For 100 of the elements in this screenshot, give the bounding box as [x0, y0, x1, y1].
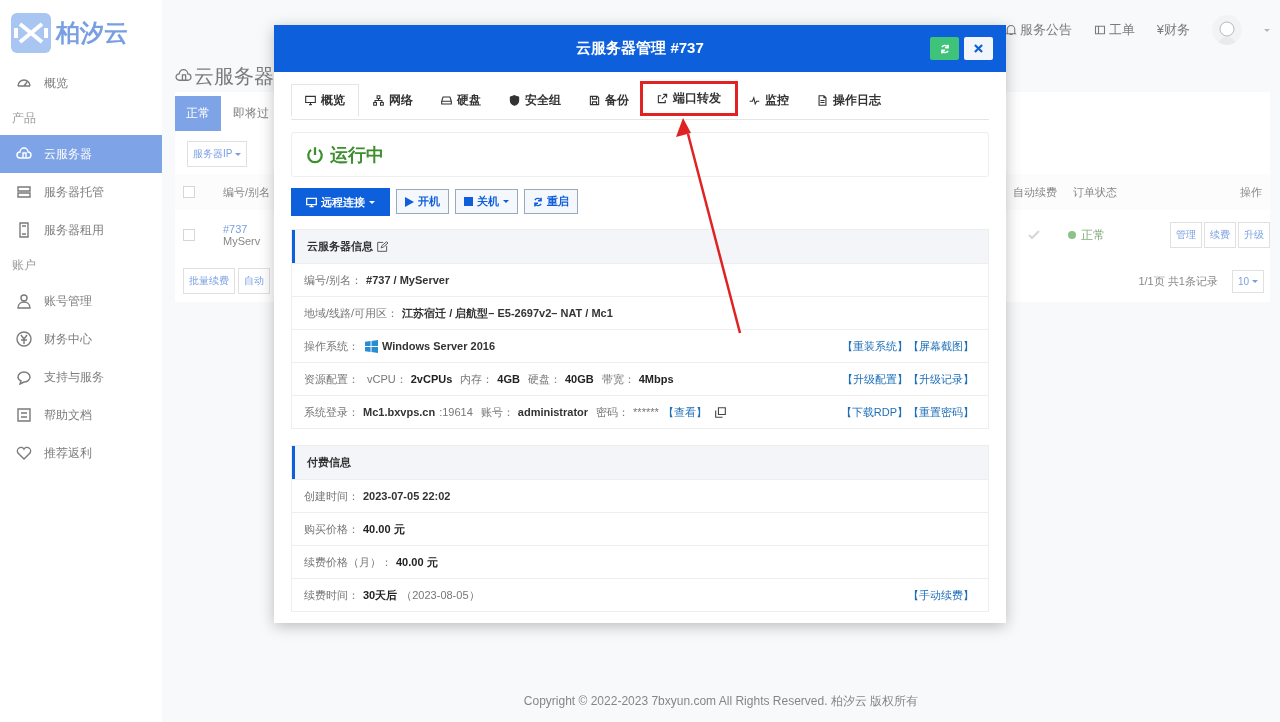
bulk-action-button[interactable]: 批量续费 [183, 268, 235, 294]
tab[interactable]: 硬盘 [427, 84, 495, 117]
action-link[interactable]: 【下载RDP】 [840, 404, 908, 420]
play-icon [405, 196, 414, 207]
logo-icon [10, 12, 52, 54]
field-value: ****** [633, 406, 659, 418]
action-link[interactable]: 【手动续费】 [908, 587, 974, 603]
footer-copyright: Copyright © 2022-2023 7bxyun.com All Rights Reserved. 柏汐云 版权所有 [522, 693, 920, 710]
field-value: 4Mbps [638, 373, 674, 385]
caret-icon [503, 200, 509, 203]
server-action-button[interactable]: 开机 [396, 189, 449, 214]
tab[interactable]: 端口转发 [643, 85, 735, 112]
refresh-icon [939, 43, 950, 54]
field-label: 账号： [480, 404, 514, 420]
sidebar-item[interactable]: 推荐返利 [0, 434, 162, 472]
header-link[interactable]: 服务公告 [1004, 21, 1072, 39]
sitemap-icon [373, 95, 384, 106]
server-action-button[interactable]: 重启 [524, 189, 578, 214]
column-header: 操作 [1240, 184, 1262, 200]
field-label: 编号/别名： [304, 272, 363, 288]
field-label: 带宽： [601, 371, 635, 387]
row-action-button[interactable]: 续费 [1204, 222, 1236, 248]
field-label: 密码： [596, 404, 630, 420]
page-title: 云服务器 [175, 60, 274, 92]
monitor-icon [305, 95, 316, 106]
row-action-button[interactable]: 升级 [1238, 222, 1270, 248]
field-value: 江苏宿迁 / 启航型– E5-2697v2– NAT / Mc1 [402, 305, 613, 321]
close-button[interactable] [964, 37, 993, 60]
action-link[interactable]: 【重置密码】 [908, 404, 974, 420]
sidebar-item[interactable]: 服务器租用 [0, 211, 162, 249]
pulse-icon [749, 95, 760, 106]
action-link[interactable]: 【重装系统】 [842, 338, 908, 354]
edit-icon[interactable] [377, 241, 388, 252]
server-id-link[interactable]: #737 [223, 223, 261, 235]
sidebar-item[interactable]: 财务中心 [0, 320, 162, 358]
field-value: 30天后 [363, 587, 398, 603]
field-label: 续费时间： [304, 587, 359, 603]
refresh-icon [533, 196, 543, 207]
field-value: 40.00 元 [396, 554, 438, 570]
field-value: 40.00 元 [363, 521, 405, 537]
bulk-action-button[interactable]: 自动 [238, 268, 270, 294]
close-icon [974, 44, 983, 53]
sidebar-item[interactable]: 帮助文档 [0, 396, 162, 434]
field-value: administrator [517, 406, 589, 418]
field-label: 资源配置： [304, 371, 359, 387]
sidebar-item[interactable]: 服务器托管 [0, 173, 162, 211]
document-icon [16, 407, 32, 423]
view-link[interactable]: 【查看】 [662, 404, 707, 420]
field-value: 2023-07-05 22:02 [363, 490, 451, 502]
tab[interactable]: 概览 [291, 84, 359, 117]
action-link[interactable]: 【升级记录】 [908, 371, 974, 387]
windows-logo-icon [365, 339, 378, 353]
header-link[interactable]: 工单 [1093, 21, 1135, 39]
server-action-button[interactable]: 远程连接 [291, 188, 390, 216]
server-alias: MyServ [223, 235, 261, 247]
column-header: 自动续费 [1013, 184, 1057, 200]
order-status: 正常 [1081, 226, 1105, 244]
sidebar-item[interactable]: 概览 [0, 64, 162, 102]
field-label: 系统登录： [304, 404, 359, 420]
sidebar-item[interactable]: 账号管理 [0, 282, 162, 320]
chat-bubble-icon [16, 369, 32, 385]
copy-icon[interactable] [714, 406, 726, 418]
status-tab[interactable]: 正常 [175, 95, 221, 131]
column-header: 编号/别名 [223, 184, 271, 200]
sidebar-item[interactable]: 支持与服务 [0, 358, 162, 396]
sidebar-section-label: 账户 [11, 257, 37, 274]
avatar[interactable] [1212, 15, 1242, 45]
field-label: 创建时间： [304, 488, 359, 504]
filter-dropdown[interactable]: 服务器IP [187, 141, 248, 167]
field-value: Mc1.bxvps.cn [363, 406, 436, 418]
tab[interactable]: 安全组 [495, 84, 575, 117]
stop-icon [464, 197, 473, 206]
header-link[interactable]: ¥财务 [1156, 21, 1190, 39]
field-label: 地域/线路/可用区： [304, 305, 399, 321]
field-value: （2023-08-05） [401, 587, 480, 603]
page-size-dropdown[interactable]: 10 [1231, 269, 1264, 293]
action-link[interactable]: 【屏幕截图】 [908, 338, 974, 354]
server-action-button[interactable]: 关机 [455, 189, 518, 214]
tab[interactable]: 操作日志 [803, 84, 895, 117]
tab[interactable]: 监控 [735, 84, 803, 117]
sidebar-item[interactable]: 云服务器 [0, 135, 162, 173]
checkbox[interactable] [183, 186, 195, 198]
tab[interactable]: 备份 [575, 84, 643, 117]
refresh-button[interactable] [930, 37, 959, 60]
tab[interactable]: 网络 [359, 84, 427, 117]
status-tab[interactable]: 即将过 [233, 95, 269, 131]
status-dot-icon [1068, 231, 1076, 239]
sidebar-section-label: 产品 [11, 110, 37, 127]
field-value: 4GB [497, 373, 520, 385]
power-icon [306, 145, 324, 164]
logo-text: 柏汐云 [56, 18, 128, 48]
drive-icon [441, 95, 452, 106]
row-action-button[interactable]: 管理 [1170, 222, 1202, 248]
field-value: Windows Server 2016 [382, 340, 495, 352]
cloud-server-icon [16, 146, 32, 162]
field-label: 内存： [460, 371, 494, 387]
action-link[interactable]: 【升级配置】 [842, 371, 908, 387]
checkbox[interactable] [183, 229, 195, 241]
document-icon [817, 95, 828, 106]
caret-icon[interactable] [1264, 28, 1270, 32]
